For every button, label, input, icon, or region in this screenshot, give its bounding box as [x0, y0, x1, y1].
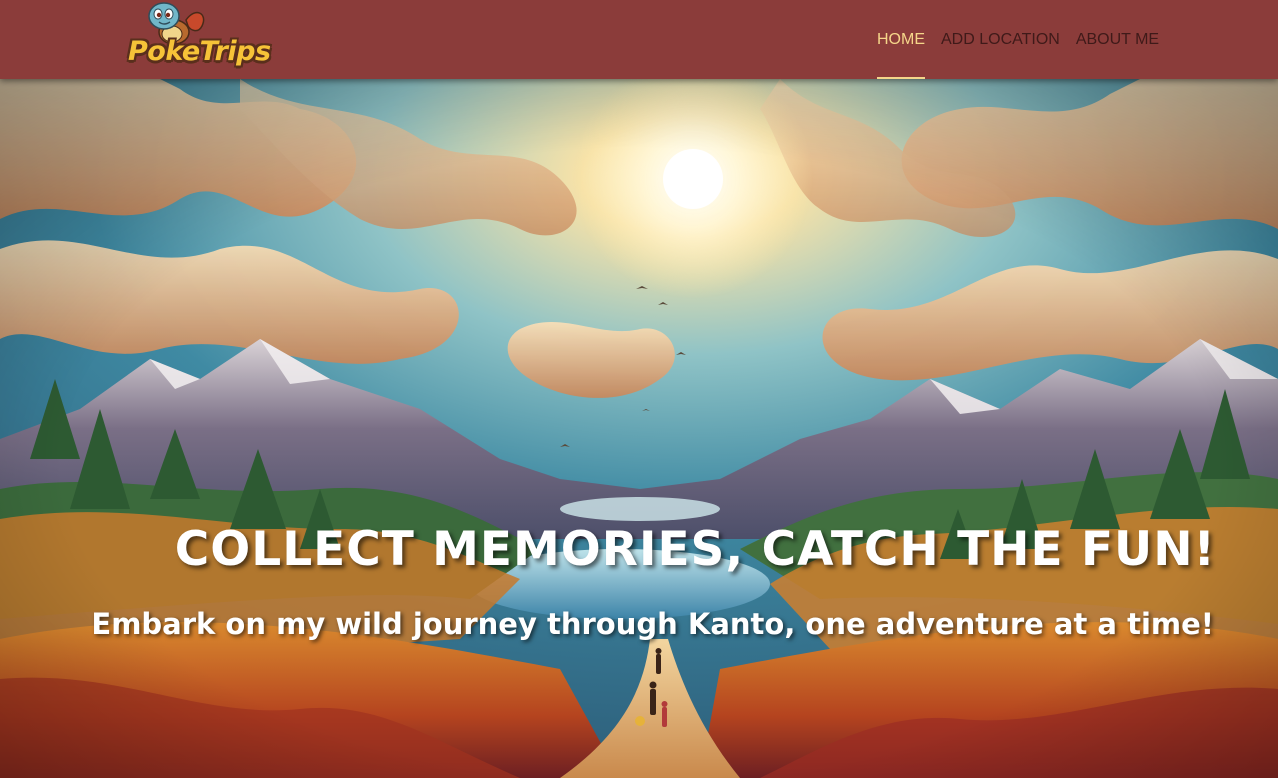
- brand-logo[interactable]: PokeTrips: [124, 0, 280, 78]
- brand-logo-text: PokeTrips: [128, 36, 271, 67]
- hero-section: COLLECT MEMORIES, CATCH THE FUN! Embark …: [0, 79, 1278, 778]
- nav-item-add-location[interactable]: ADD LOCATION: [941, 0, 1060, 79]
- nav-item-home[interactable]: HOME: [877, 0, 925, 79]
- nav-item-about-me[interactable]: ABOUT ME: [1076, 0, 1159, 79]
- main-nav: HOME ADD LOCATION ABOUT ME: [877, 0, 1175, 79]
- hero-title: COLLECT MEMORIES, CATCH THE FUN!: [174, 522, 1216, 577]
- hero-background-illustration: [0, 79, 1278, 778]
- hero-subtitle: Embark on my wild journey through Kanto,…: [91, 607, 1214, 641]
- top-navbar: PokeTrips HOME ADD LOCATION ABOUT ME: [0, 0, 1278, 79]
